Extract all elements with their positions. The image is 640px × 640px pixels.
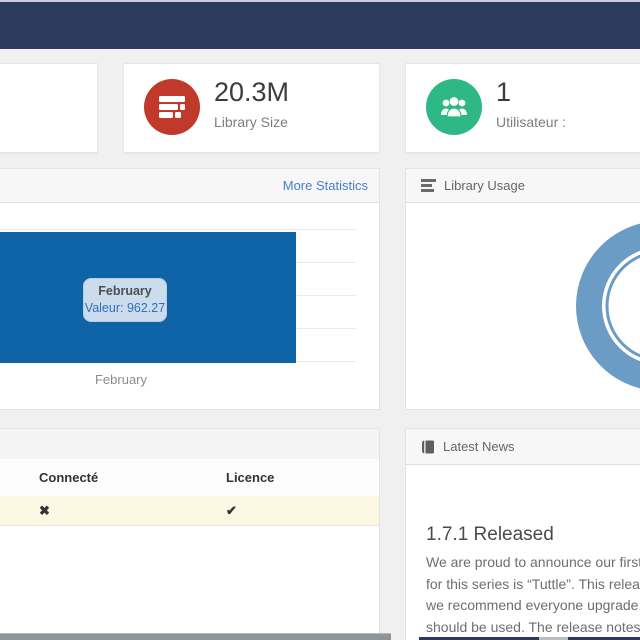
- statistics-panel-header: More Statistics: [0, 169, 379, 203]
- news-line: for this series is “Tuttle”. This releas…: [426, 574, 640, 596]
- users-table-header-bar: [0, 429, 379, 460]
- bar-chart-icon: [421, 179, 436, 192]
- more-statistics-link[interactable]: More Statistics: [283, 178, 368, 193]
- chart-gridline: [0, 229, 356, 230]
- licence-check-icon: ✔: [226, 503, 237, 519]
- column-header-connecte: Connecté: [39, 470, 98, 485]
- statistics-panel: More Statistics February Valeur: 962.27 …: [0, 168, 380, 410]
- table-header-row: Connecté Licence: [0, 459, 379, 497]
- dashboard-screen: 20.3M Library Size 1 Utilisateur : More …: [0, 0, 640, 640]
- tooltip-title: February: [84, 284, 166, 298]
- navbar: [0, 2, 640, 49]
- news-paragraph: We are proud to announce our first bug f…: [426, 552, 640, 638]
- library-usage-panel: Library Usage: [405, 168, 640, 410]
- x-axis-label: February: [71, 372, 171, 387]
- news-heading-171: 1.7.1 Released: [426, 524, 554, 546]
- users-icon: [426, 79, 482, 135]
- latest-news-header: Latest News: [406, 429, 640, 465]
- chart-tooltip: February Valeur: 962.27: [83, 278, 167, 322]
- table-row: ✖ ✔: [0, 496, 379, 526]
- news-line: should be used. The release notes […] Fu…: [426, 617, 640, 639]
- library-usage-header: Library Usage: [406, 169, 640, 203]
- stat-card-partial: [0, 63, 98, 153]
- book-icon: [421, 440, 435, 454]
- connecte-cross-icon: ✖: [39, 503, 50, 519]
- stat-card-library-size: 20.3M Library Size: [123, 63, 380, 153]
- server-stack-icon: [144, 79, 200, 135]
- library-size-label: Library Size: [214, 114, 288, 130]
- latest-news-title: Latest News: [443, 439, 515, 454]
- users-label: Utilisateur :: [496, 114, 566, 130]
- users-value: 1: [496, 77, 511, 108]
- latest-news-panel: Latest News 1.7.1 Released We are proud …: [405, 428, 640, 640]
- library-usage-donut-chart: [406, 202, 640, 409]
- column-header-licence: Licence: [226, 470, 274, 485]
- news-line: we recommend everyone upgrade. This is: [426, 595, 640, 617]
- library-usage-title: Library Usage: [444, 178, 525, 193]
- library-size-value: 20.3M: [214, 77, 289, 108]
- stat-card-users: 1 Utilisateur :: [405, 63, 640, 153]
- bottom-left-strip: [0, 633, 391, 640]
- users-table-panel: Connecté Licence ✖ ✔: [0, 428, 380, 635]
- tooltip-value: Valeur: 962.27: [84, 301, 166, 315]
- news-line: We are proud to announce our first bug f…: [426, 552, 640, 574]
